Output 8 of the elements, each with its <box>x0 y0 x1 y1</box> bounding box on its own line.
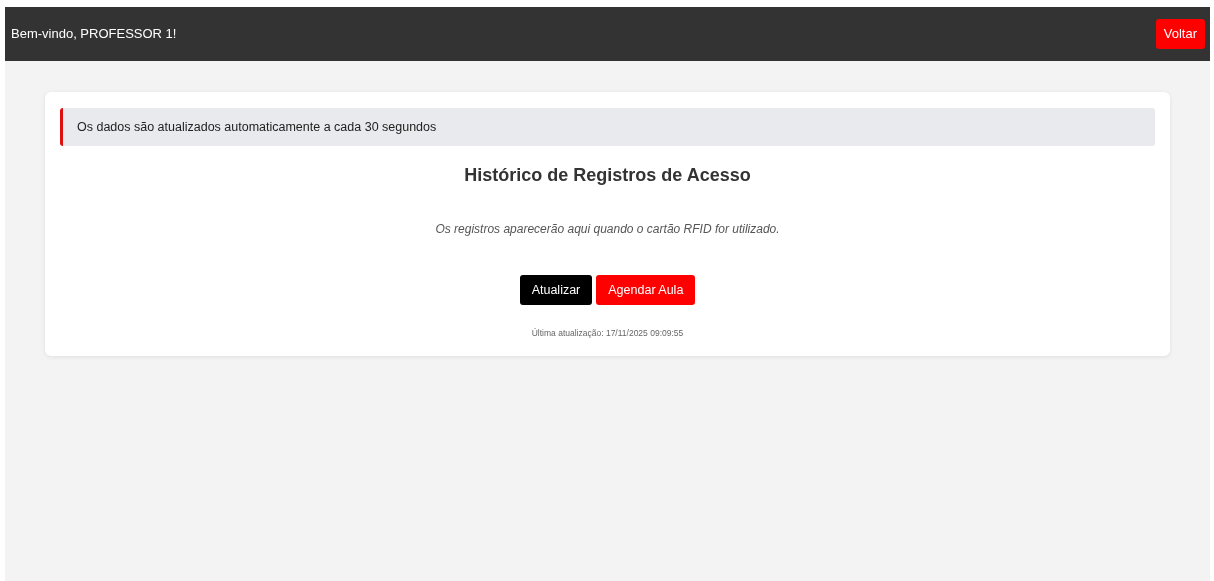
last-update-text: Última atualização: 17/11/2025 09:09:55 <box>531 327 684 340</box>
empty-message: Os registros aparecerão aqui quando o cartão RFID for utilizado. <box>435 221 780 238</box>
page-title: Histórico de Registros de Acesso <box>464 164 751 187</box>
action-button[interactable]: Atualizar <box>519 275 593 305</box>
back-button[interactable]: Voltar <box>1155 19 1205 49</box>
auto-refresh-notice: Os dados são atualizados automaticamente a cada 30 segundos <box>60 108 1155 146</box>
welcome-text: Bem-vindo, PROFESSOR 1! <box>11 25 177 44</box>
action-button[interactable]: Agendar Aula <box>596 275 696 305</box>
